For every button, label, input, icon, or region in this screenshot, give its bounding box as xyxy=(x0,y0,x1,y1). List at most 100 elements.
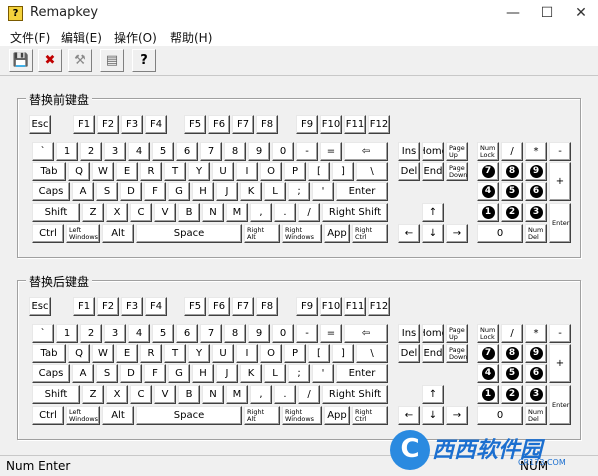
before-key-npsub[interactable]: - xyxy=(549,142,571,161)
before-key-d2[interactable]: 2 xyxy=(80,142,102,161)
before-key-d6[interactable]: 6 xyxy=(176,142,198,161)
before-key-h[interactable]: H xyxy=(192,182,214,201)
after-key-u[interactable]: U xyxy=(212,344,234,363)
before-key-caps[interactable]: Caps xyxy=(32,182,70,201)
before-key-a[interactable]: A xyxy=(72,182,94,201)
before-key-b[interactable]: B xyxy=(178,203,200,222)
before-key-lshift[interactable]: Shift xyxy=(32,203,80,222)
before-key-f11[interactable]: F11 xyxy=(344,115,366,134)
after-key-slash[interactable]: / xyxy=(298,385,320,404)
before-key-down[interactable]: ↓ xyxy=(422,224,444,243)
after-key-d1[interactable]: 1 xyxy=(56,324,78,343)
before-key-backslash[interactable]: \ xyxy=(356,162,388,181)
after-key-c[interactable]: C xyxy=(130,385,152,404)
before-key-m[interactable]: M xyxy=(226,203,248,222)
after-key-f2[interactable]: F2 xyxy=(97,297,119,316)
after-key-np7[interactable]: 7 xyxy=(477,344,499,363)
after-key-f10[interactable]: F10 xyxy=(320,297,342,316)
after-key-w[interactable]: W xyxy=(92,344,114,363)
after-key-numlock[interactable]: Num Lock xyxy=(477,324,499,343)
before-key-tab[interactable]: Tab xyxy=(32,162,66,181)
before-key-right[interactable]: → xyxy=(446,224,468,243)
after-key-j[interactable]: J xyxy=(216,364,238,383)
before-key-rwin[interactable]: Right Windows xyxy=(282,224,322,243)
after-key-lbracket[interactable]: [ xyxy=(308,344,330,363)
before-key-backtick[interactable]: ` xyxy=(32,142,54,161)
before-key-lwin[interactable]: Left Windows xyxy=(66,224,100,243)
after-key-f11[interactable]: F11 xyxy=(344,297,366,316)
after-key-z[interactable]: Z xyxy=(82,385,104,404)
reset-button[interactable]: ✖ xyxy=(38,49,62,72)
after-key-lwin[interactable]: Left Windows xyxy=(66,406,100,425)
after-key-n[interactable]: N xyxy=(202,385,224,404)
after-key-e[interactable]: E xyxy=(116,344,138,363)
before-key-t[interactable]: T xyxy=(164,162,186,181)
before-key-c[interactable]: C xyxy=(130,203,152,222)
after-key-d9[interactable]: 9 xyxy=(248,324,270,343)
after-key-v[interactable]: V xyxy=(154,385,176,404)
before-key-g[interactable]: G xyxy=(168,182,190,201)
after-key-rbracket[interactable]: ] xyxy=(332,344,354,363)
before-key-numlock[interactable]: Num Lock xyxy=(477,142,499,161)
before-key-np4[interactable]: 4 xyxy=(477,182,499,201)
after-key-home[interactable]: Home xyxy=(422,324,444,343)
before-key-np9[interactable]: 9 xyxy=(525,162,547,181)
after-key-d5[interactable]: 5 xyxy=(152,324,174,343)
before-key-d5[interactable]: 5 xyxy=(152,142,174,161)
before-key-npmul[interactable]: * xyxy=(525,142,547,161)
before-key-s[interactable]: S xyxy=(96,182,118,201)
before-key-q[interactable]: Q xyxy=(68,162,90,181)
before-key-minus[interactable]: - xyxy=(296,142,318,161)
before-key-y[interactable]: Y xyxy=(188,162,210,181)
after-key-q[interactable]: Q xyxy=(68,344,90,363)
after-key-rshift[interactable]: Right Shift xyxy=(322,385,388,404)
before-key-u[interactable]: U xyxy=(212,162,234,181)
after-key-np6[interactable]: 6 xyxy=(525,364,547,383)
before-key-equals[interactable]: = xyxy=(320,142,342,161)
before-key-d1[interactable]: 1 xyxy=(56,142,78,161)
after-key-ralt[interactable]: Right Alt xyxy=(244,406,280,425)
after-key-period[interactable]: . xyxy=(274,385,296,404)
before-key-p[interactable]: P xyxy=(284,162,306,181)
after-key-f6[interactable]: F6 xyxy=(208,297,230,316)
after-key-f[interactable]: F xyxy=(144,364,166,383)
before-key-lbracket[interactable]: [ xyxy=(308,162,330,181)
after-key-backtick[interactable]: ` xyxy=(32,324,54,343)
before-key-x[interactable]: X xyxy=(106,203,128,222)
after-key-f7[interactable]: F7 xyxy=(232,297,254,316)
before-key-semicolon[interactable]: ; xyxy=(288,182,310,201)
before-key-f5[interactable]: F5 xyxy=(184,115,206,134)
before-key-space[interactable]: Space xyxy=(136,224,242,243)
after-key-f1[interactable]: F1 xyxy=(73,297,95,316)
after-key-np3[interactable]: 3 xyxy=(525,385,547,404)
before-key-d8[interactable]: 8 xyxy=(224,142,246,161)
after-key-d8[interactable]: 8 xyxy=(224,324,246,343)
before-key-d3[interactable]: 3 xyxy=(104,142,126,161)
after-key-caps[interactable]: Caps xyxy=(32,364,70,383)
after-key-d6[interactable]: 6 xyxy=(176,324,198,343)
before-key-d7[interactable]: 7 xyxy=(200,142,222,161)
before-key-pgdn[interactable]: Page Down xyxy=(446,162,468,181)
before-key-np1[interactable]: 1 xyxy=(477,203,499,222)
after-key-d0[interactable]: 0 xyxy=(272,324,294,343)
before-key-np8[interactable]: 8 xyxy=(501,162,523,181)
before-key-i[interactable]: I xyxy=(236,162,258,181)
after-key-f4[interactable]: F4 xyxy=(145,297,167,316)
before-key-j[interactable]: J xyxy=(216,182,238,201)
after-key-rwin[interactable]: Right Windows xyxy=(282,406,322,425)
before-key-np5[interactable]: 5 xyxy=(501,182,523,201)
before-key-d[interactable]: D xyxy=(120,182,142,201)
before-key-r[interactable]: R xyxy=(140,162,162,181)
after-key-t[interactable]: T xyxy=(164,344,186,363)
save-button[interactable]: 💾 xyxy=(9,49,33,72)
after-key-quote[interactable]: ' xyxy=(312,364,334,383)
before-key-npadd[interactable]: + xyxy=(549,162,571,201)
after-key-ins[interactable]: Ins xyxy=(398,324,420,343)
before-key-f10[interactable]: F10 xyxy=(320,115,342,134)
before-key-enter[interactable]: Enter xyxy=(336,182,388,201)
before-key-up[interactable]: ↑ xyxy=(422,203,444,222)
before-key-backspace[interactable]: ⇦ xyxy=(344,142,388,161)
before-key-f3[interactable]: F3 xyxy=(121,115,143,134)
after-key-r[interactable]: R xyxy=(140,344,162,363)
after-key-pgdn[interactable]: Page Down xyxy=(446,344,468,363)
